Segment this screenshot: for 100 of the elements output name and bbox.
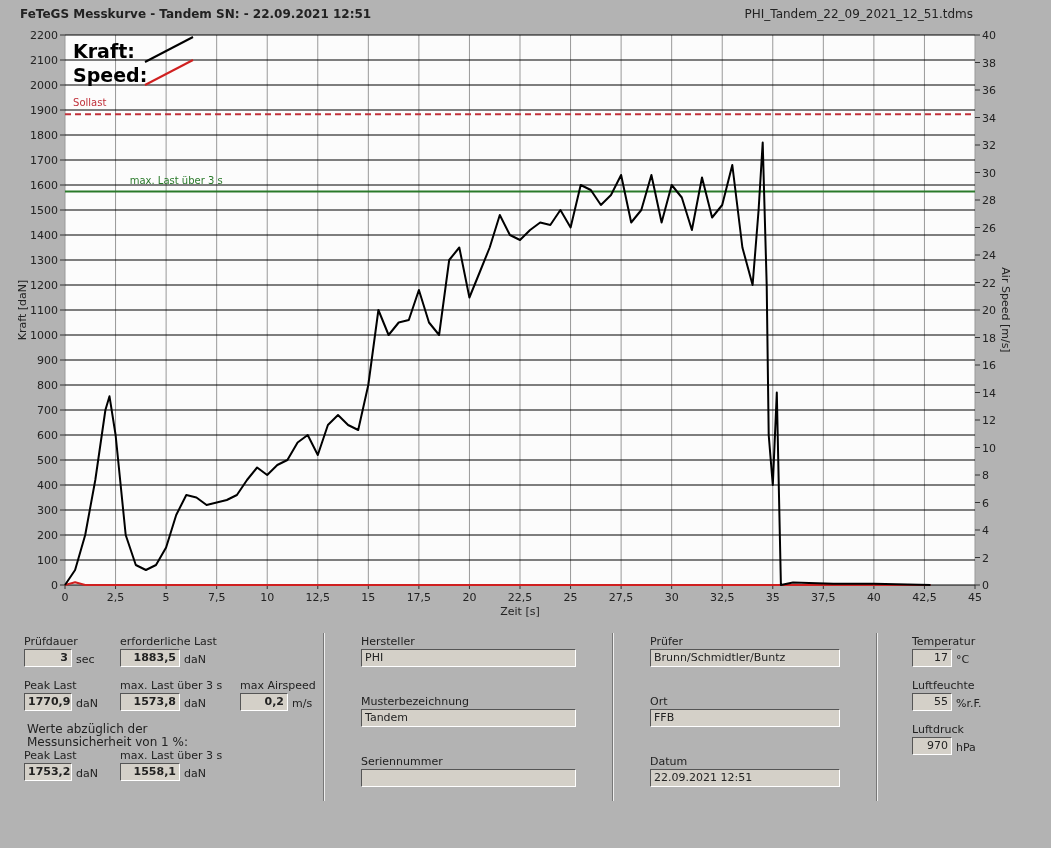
y2-tick: 12 [974, 414, 996, 427]
field-label: Temperatur [912, 635, 976, 648]
uncertainty-note: Werte abzüglich der Messunsicherheit von 1 %: [26, 723, 189, 749]
y2-tick-label: 18 [982, 331, 996, 345]
y-tick: 300 [37, 504, 66, 517]
y-tick: 1300 [30, 254, 66, 267]
y-tick-label: 1100 [30, 304, 58, 317]
x-tick-label: 35 [765, 591, 780, 604]
y-tick-label: 1900 [30, 104, 58, 117]
threshold-label: max. Last über 3 s [129, 174, 223, 186]
x-tick: 15 [361, 584, 376, 604]
y-axis-label: Kraft [daN] [16, 279, 29, 341]
y-tick-label: 300 [37, 504, 58, 517]
y-tick-label: 900 [37, 354, 58, 367]
y2-tick-label: 16 [982, 359, 996, 372]
y-tick-label: 2000 [30, 79, 58, 92]
value-field[interactable]: 1573,8 [120, 693, 180, 711]
x-tick-label: 40 [866, 591, 881, 604]
unit-label: daN [184, 697, 206, 711]
x-axis-label: Zeit [s] [500, 605, 540, 618]
value-field[interactable]: 1770,9 [24, 693, 72, 711]
field-label: Seriennummer [361, 755, 443, 768]
field-label: Peak Last [24, 679, 77, 692]
x-tick: 42,5 [912, 584, 937, 604]
y-tick-label: 800 [37, 379, 58, 392]
y2-tick: 8 [974, 469, 989, 482]
value-field[interactable]: PHI [361, 649, 576, 667]
value-field[interactable]: 0,2 [240, 693, 288, 711]
value-field[interactable]: 22.09.2021 12:51 [650, 769, 840, 787]
y2-tick-label: 10 [982, 441, 996, 455]
y2-tick: 26 [974, 221, 996, 235]
y-tick: 1500 [30, 204, 66, 217]
y2-tick: 14 [974, 386, 996, 400]
y-tick-label: 100 [37, 554, 58, 567]
value-field[interactable]: 3 [24, 649, 72, 667]
y-tick-label: 2200 [30, 29, 58, 42]
value-field[interactable]: Brunn/Schmidtler/Buntz [650, 649, 840, 667]
x-tick: 20 [462, 584, 477, 604]
x-tick-label: 20 [462, 591, 477, 604]
x-tick: 25 [563, 584, 578, 604]
x-tick-label: 17,5 [406, 591, 432, 604]
field-label: Prüfdauer [24, 635, 78, 648]
x-tick-label: 22,5 [507, 591, 533, 604]
threshold-label: Sollast [73, 97, 107, 109]
y-tick: 2100 [30, 54, 66, 67]
y-tick-label: 200 [37, 529, 58, 542]
y2-tick-label: 20 [982, 304, 996, 317]
y2-tick: 22 [974, 276, 996, 290]
x-tick-label: 32,5 [709, 591, 735, 604]
x-tick: 37,5 [811, 584, 836, 604]
x-tick: 35 [765, 584, 780, 604]
x-tick: 30 [664, 584, 679, 604]
value-field[interactable]: 17 [912, 649, 952, 667]
y-tick-label: 2100 [30, 54, 58, 67]
value-field[interactable]: 970 [912, 737, 952, 755]
y-tick-label: 700 [37, 404, 58, 417]
value-field[interactable]: 1558,1 [120, 763, 180, 781]
value-field[interactable]: Tandem [361, 709, 576, 727]
field-label: Luftfeuchte [912, 679, 975, 692]
value-field[interactable]: 1753,2 [24, 763, 72, 781]
x-tick: 5 [162, 584, 170, 604]
unit-label: °C [956, 653, 970, 667]
y2-tick: 40 [974, 29, 996, 42]
unit-label: m/s [292, 697, 313, 711]
field-label: Luftdruck [912, 723, 964, 736]
field-label: max. Last über 3 s [120, 749, 223, 762]
y-tick-label: 1700 [30, 154, 58, 167]
y-tick: 500 [37, 454, 66, 467]
x-tick-label: 12,5 [305, 591, 331, 604]
value-field[interactable]: FFB [650, 709, 840, 727]
legend-line-icon [144, 59, 194, 86]
y2-tick: 30 [974, 166, 996, 180]
y2-tick-label: 14 [982, 386, 996, 400]
y2-tick-label: 8 [982, 469, 989, 482]
x-tick-label: 27,5 [608, 591, 634, 604]
y2-tick: 4 [974, 524, 989, 537]
x-tick: 27,5 [608, 584, 634, 604]
y2-tick: 16 [974, 359, 996, 372]
y2-tick-label: 0 [982, 579, 989, 592]
y2-tick-label: 2 [982, 551, 989, 565]
y-tick: 800 [37, 379, 66, 392]
value-field[interactable] [361, 769, 576, 787]
unit-label: sec [76, 653, 95, 667]
x-tick: 17,5 [406, 584, 432, 604]
y-tick: 1000 [30, 329, 66, 342]
x-tick: 12,5 [305, 584, 331, 604]
y-tick: 1400 [30, 229, 66, 242]
y2-axis-label: Air Speed [m/s] [999, 267, 1012, 353]
legend-label: Kraft: [73, 40, 135, 62]
value-field[interactable]: 1883,5 [120, 649, 180, 667]
y-tick-label: 600 [37, 429, 58, 442]
field-label: Peak Last [24, 749, 77, 762]
y2-tick-label: 24 [982, 249, 996, 262]
y2-tick: 18 [974, 331, 996, 345]
y2-tick-label: 40 [982, 29, 996, 42]
y-tick-label: 1300 [30, 254, 58, 267]
value-field[interactable]: 55 [912, 693, 952, 711]
unit-label: daN [184, 767, 206, 781]
y-tick-label: 1000 [30, 329, 58, 342]
y-tick: 1200 [30, 279, 66, 292]
